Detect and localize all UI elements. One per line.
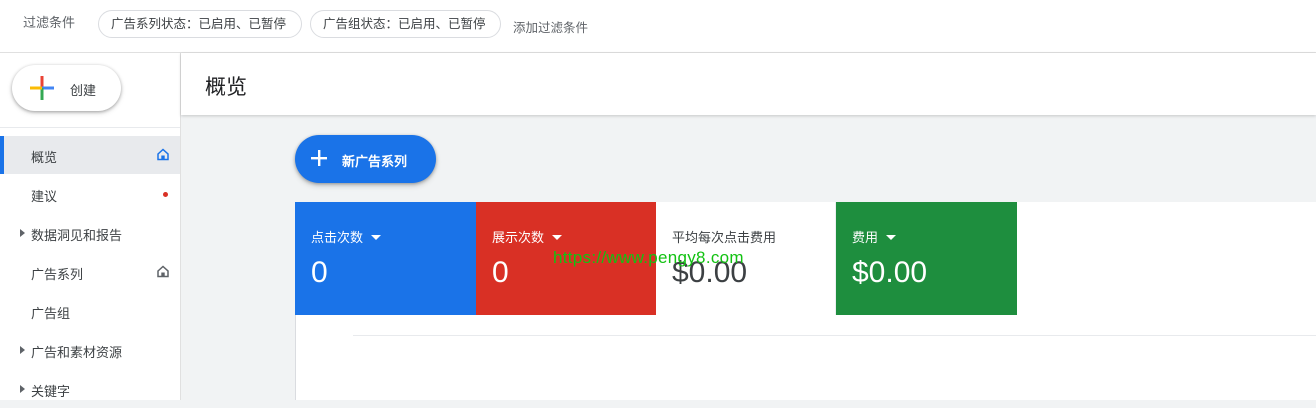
sidebar-item-overview[interactable]: 概览	[0, 136, 180, 174]
sidebar-item-label: 建议	[31, 189, 58, 204]
expand-caret-icon	[20, 385, 25, 393]
dropdown-arrow-icon	[552, 235, 563, 241]
new-campaign-label: 新广告系列	[342, 154, 408, 169]
sidebar-item-label: 广告和素材资源	[31, 345, 123, 360]
chart-divider	[353, 335, 1316, 336]
metric-tile-cost[interactable]: 费用 $0.00	[836, 202, 1017, 315]
metric-tile-clicks[interactable]: 点击次数 0	[295, 202, 476, 315]
sidebar-item-campaigns[interactable]: 广告系列	[0, 253, 180, 291]
metric-label[interactable]: 展示次数	[492, 227, 563, 246]
sidebar-item-label: 广告系列	[31, 267, 84, 282]
sidebar-item-keywords[interactable]: 关键字	[0, 370, 180, 408]
sidebar-item-insights-reports[interactable]: 数据洞见和报告	[0, 214, 180, 252]
main-header: 概览	[181, 53, 1316, 115]
sidebar-item-recommendations[interactable]: 建议	[0, 175, 180, 213]
plus-icon	[311, 150, 327, 166]
home-icon	[157, 148, 169, 161]
dropdown-arrow-icon	[371, 235, 382, 241]
metric-value: 0	[311, 256, 328, 289]
sidebar-divider	[0, 127, 180, 128]
sidebar-item-label: 关键字	[31, 384, 71, 399]
dropdown-arrow-icon	[886, 235, 897, 241]
sidebar-item-label: 概览	[31, 150, 58, 165]
filter-chip-campaign-status[interactable]: 广告系列状态：已启用、已暂停	[98, 10, 302, 38]
sidebar: 创建 概览 建议 数据洞见和报告 广告系列 广告组 广告和素材资源 关键字	[0, 53, 181, 400]
card-edge	[295, 315, 296, 400]
create-label: 创建	[70, 83, 97, 98]
sidebar-item-label: 数据洞见和报告	[31, 228, 123, 243]
metrics-card: 点击次数 0 展示次数 0 平均每次点击费用 $0.00 费用 $0.00	[295, 202, 1316, 400]
watermark-text: https://www.pengy8.com	[553, 248, 744, 267]
notification-dot	[163, 192, 168, 197]
add-filter-link[interactable]: 添加过滤条件	[513, 17, 588, 36]
metric-value: 0	[492, 256, 509, 289]
sidebar-item-adgroups[interactable]: 广告组	[0, 292, 180, 330]
home-icon	[157, 265, 169, 278]
metric-label[interactable]: 费用	[852, 227, 897, 246]
metric-label[interactable]: 平均每次点击费用	[672, 227, 776, 246]
expand-caret-icon	[20, 346, 25, 354]
expand-caret-icon	[20, 229, 25, 237]
filter-label: 过滤条件	[23, 15, 76, 30]
metric-label[interactable]: 点击次数	[311, 227, 382, 246]
sidebar-item-ads-assets[interactable]: 广告和素材资源	[0, 331, 180, 369]
new-campaign-button[interactable]: 新广告系列	[295, 135, 436, 183]
multicolor-plus-icon	[30, 76, 54, 100]
sidebar-item-label: 广告组	[31, 306, 71, 321]
filter-bar: 过滤条件 广告系列状态：已启用、已暂停 广告组状态：已启用、已暂停 添加过滤条件	[0, 0, 1316, 53]
metric-value: $0.00	[852, 256, 928, 289]
page-title: 概览	[205, 76, 247, 99]
filter-chip-adgroup-status[interactable]: 广告组状态：已启用、已暂停	[310, 10, 501, 38]
create-button[interactable]: 创建	[12, 65, 121, 111]
